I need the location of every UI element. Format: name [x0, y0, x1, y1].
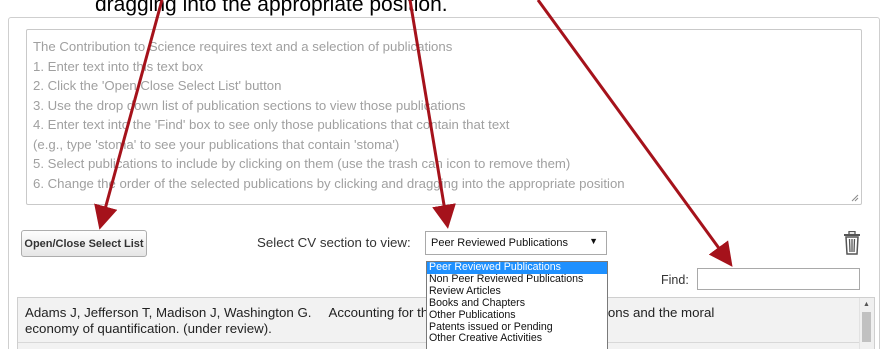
find-input[interactable] [697, 268, 860, 290]
instruction-line: 5. Select publications to include by cli… [33, 156, 571, 171]
scroll-up-icon[interactable]: ▲ [863, 301, 870, 308]
screen: dragging into the appropriate position. … [0, 0, 880, 349]
instruction-line: 1. Enter text into this text box [33, 58, 204, 74]
section-select-label: Select CV section to view: [257, 235, 411, 250]
contribution-text-box[interactable]: The Contribution to Science requires tex… [26, 29, 862, 205]
trash-icon[interactable] [843, 231, 861, 255]
cv-section-dropdown[interactable]: Peer Reviewed Publications Non Peer Revi… [426, 261, 608, 349]
instruction-caption: dragging into the appropriate position. [95, 0, 448, 16]
instruction-line: 4. Enter text into the 'Find' box to see… [33, 117, 510, 132]
instruction-line: 2. Click the 'Open/Close Select List' bu… [33, 78, 282, 93]
dropdown-option[interactable]: Review Articles [427, 285, 607, 298]
dropdown-option[interactable]: Books and Chapters [427, 297, 607, 310]
selected-section-value: Peer Reviewed Publications [431, 237, 568, 249]
publication-authors: Adams J, Jefferson T, Madison J, Washing… [25, 305, 312, 320]
open-close-select-list-button[interactable]: Open/Close Select List [21, 230, 147, 257]
instruction-line: 3. Use the drop down list of publication… [33, 97, 466, 113]
instruction-line: (e.g., type 'stoma' to see your publicat… [33, 136, 400, 152]
resize-grip-icon[interactable] [851, 194, 859, 202]
instruction-line: The Contribution to Science requires tex… [33, 39, 453, 54]
scroll-thumb[interactable] [862, 312, 871, 342]
caret-down-icon: ▼ [589, 236, 598, 246]
dropdown-option[interactable]: Other Creative Activities [427, 333, 607, 345]
dropdown-option[interactable]: Other Publications [427, 309, 607, 322]
find-label: Find: [661, 273, 689, 287]
publication-list-scrollbar[interactable]: ▲ [859, 298, 874, 349]
cv-section-select[interactable]: Peer Reviewed Publications ▼ [425, 231, 607, 255]
instruction-line: 6. Change the order of the selected publ… [33, 175, 625, 191]
publication-title-continued: economy of quantification. (under review… [25, 321, 272, 336]
